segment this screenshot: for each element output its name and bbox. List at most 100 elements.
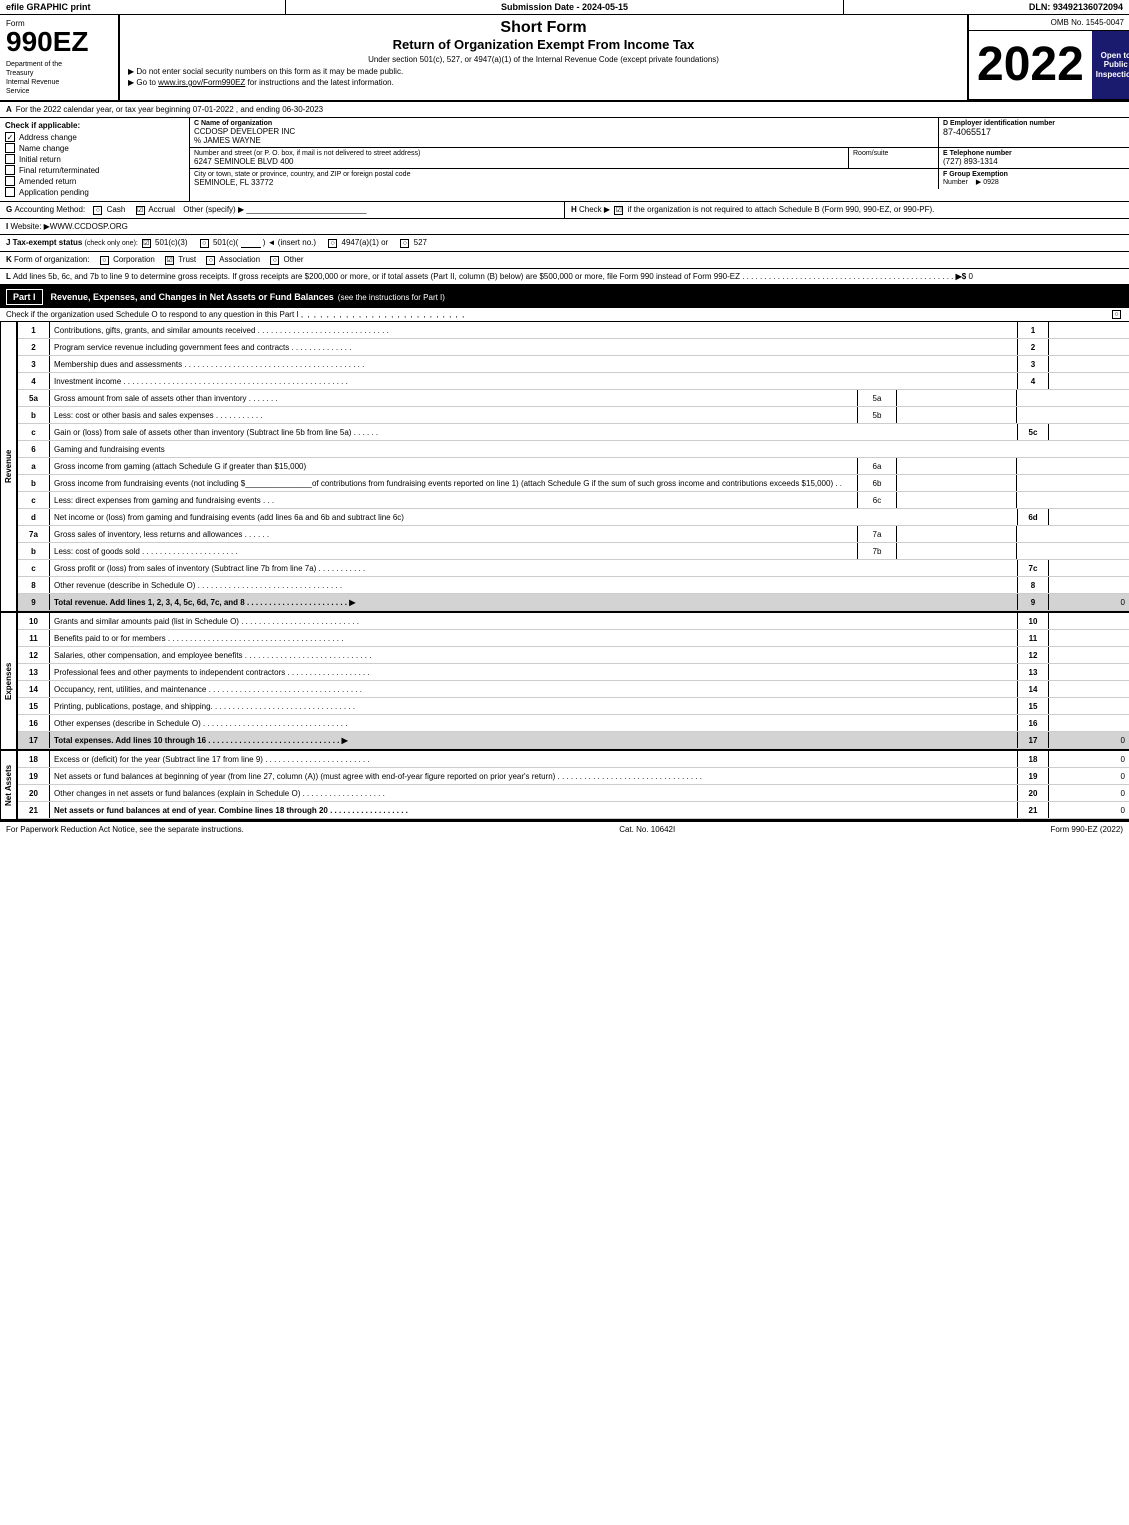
center-header: Short Form Return of Organization Exempt… (120, 15, 969, 100)
k-assoc-checkbox[interactable]: ○ (206, 256, 215, 265)
room-cell: Room/suite (849, 148, 939, 168)
line-number: 21 (1017, 802, 1049, 818)
line-number: 2 (1017, 339, 1049, 355)
line-number: 1 (1017, 322, 1049, 338)
h-checkbox[interactable]: ☑ (614, 206, 623, 215)
application-pending-checkbox[interactable] (5, 187, 15, 197)
value-spacer (1049, 526, 1129, 542)
k-trust-checkbox[interactable]: ☑ (165, 256, 174, 265)
open-line2: Public (1104, 60, 1128, 70)
sub-value (897, 458, 1017, 474)
dln-number: DLN: 93492136072094 (844, 0, 1129, 14)
form-number: 990EZ (6, 28, 112, 56)
j-note: (check only one): (85, 240, 140, 247)
row-number: d (18, 509, 50, 525)
table-row: 4Investment income . . . . . . . . . . .… (18, 373, 1129, 390)
amended-return-checkbox[interactable] (5, 176, 15, 186)
row-description: Printing, publications, postage, and shi… (50, 698, 1017, 714)
k-corp-checkbox[interactable]: ○ (100, 256, 109, 265)
final-return-checkbox[interactable] (5, 165, 15, 175)
line-number: 13 (1017, 664, 1049, 680)
address-value: 6247 SEMINOLE BLVD 400 (194, 157, 844, 166)
dept-line1: Department of the (6, 60, 112, 69)
line-number: 19 (1017, 768, 1049, 784)
table-row: 6Gaming and fundraising events (18, 441, 1129, 458)
section-b-checks: Check if applicable: Address change Name… (0, 118, 190, 201)
footer-paperwork: For Paperwork Reduction Act Notice, see … (6, 825, 244, 834)
accrual-checkbox[interactable]: ☑ (136, 206, 145, 215)
ein-value: 87-4065517 (943, 127, 1125, 137)
open-line3: Inspection (1096, 70, 1129, 80)
line-spacer (1017, 407, 1049, 423)
k-assoc: ○ Association (204, 255, 262, 264)
section-a-text: For the 2022 calendar year, or tax year … (16, 105, 323, 114)
line-number: 11 (1017, 630, 1049, 646)
sub-value (897, 526, 1017, 542)
line-spacer (1017, 390, 1049, 406)
g-cash: ○ Cash (91, 205, 127, 214)
row-number: b (18, 543, 50, 559)
line-spacer (1017, 492, 1049, 508)
l-label: L (6, 272, 13, 281)
table-row: bGross income from fundraising events (n… (18, 475, 1129, 492)
phone-label: E Telephone number (943, 150, 1125, 157)
line-number: 14 (1017, 681, 1049, 697)
row-number: 16 (18, 715, 50, 731)
cash-checkbox[interactable]: ○ (93, 206, 102, 215)
dept-line3: Internal Revenue (6, 78, 112, 87)
k-other-checkbox[interactable]: ○ (270, 256, 279, 265)
table-row: cGross profit or (loss) from sales of in… (18, 560, 1129, 577)
row-number: 10 (18, 613, 50, 629)
submission-text: Submission Date - 2024-05-15 (501, 2, 628, 12)
table-row: 13Professional fees and other payments t… (18, 664, 1129, 681)
row-value (1049, 613, 1129, 629)
check-label: Check if applicable: (5, 121, 184, 130)
line-number: 16 (1017, 715, 1049, 731)
l-dots: . . . . . . . . . . . . . . . . . . . . … (742, 272, 953, 281)
row-value: 0 (1049, 732, 1129, 748)
address-change-checkbox[interactable] (5, 132, 15, 142)
row-value: 0 (1049, 785, 1129, 801)
j-527-checkbox[interactable]: ○ (400, 239, 409, 248)
j-text: Tax-exempt status (13, 238, 85, 247)
line-spacer (1017, 458, 1049, 474)
row-description: Other expenses (describe in Schedule O) … (50, 715, 1017, 731)
name-change-checkbox[interactable] (5, 143, 15, 153)
row-number: c (18, 492, 50, 508)
revenue-side-label: Revenue (0, 322, 18, 611)
row-number: 12 (18, 647, 50, 663)
row-value (1049, 339, 1129, 355)
top-bar: efile GRAPHIC print Submission Date - 20… (0, 0, 1129, 15)
row-number: 8 (18, 577, 50, 593)
submission-date: Submission Date - 2024-05-15 (286, 0, 845, 14)
initial-return-row: Initial return (5, 154, 184, 164)
initial-return-checkbox[interactable] (5, 154, 15, 164)
line-spacer (1017, 526, 1049, 542)
j-4947-checkbox[interactable]: ○ (328, 239, 337, 248)
h-check: Check ▶ (579, 205, 610, 214)
row-number: 4 (18, 373, 50, 389)
line-number: 10 (1017, 613, 1049, 629)
efile-text: efile GRAPHIC print (6, 2, 91, 12)
table-row: 18Excess or (deficit) for the year (Subt… (18, 751, 1129, 768)
sub-line-number: 5a (857, 390, 897, 406)
row-description: Net assets or fund balances at end of ye… (50, 802, 1017, 818)
part1-title: Revenue, Expenses, and Changes in Net As… (51, 292, 334, 302)
row-number: 19 (18, 768, 50, 784)
city-row: City or town, state or province, country… (190, 169, 1129, 189)
line-number: 18 (1017, 751, 1049, 767)
amended-return-label: Amended return (19, 177, 76, 186)
table-row: 15Printing, publications, postage, and s… (18, 698, 1129, 715)
line-number: 17 (1017, 732, 1049, 748)
j-501c-checkbox[interactable]: ○ (200, 239, 209, 248)
line-number: 4 (1017, 373, 1049, 389)
row-value (1049, 560, 1129, 576)
sub-line-number: 6a (857, 458, 897, 474)
org-name2-value: % JAMES WAYNE (194, 136, 934, 145)
f-label: F Group Exemption (943, 171, 1125, 178)
notice1: ▶ Do not enter social security numbers o… (128, 67, 959, 76)
row-description: Salaries, other compensation, and employ… (50, 647, 1017, 663)
part1-schedule-o-checkbox[interactable]: ○ (1112, 310, 1121, 319)
j-501c3-checkbox[interactable]: ☑ (142, 239, 151, 248)
expenses-side-label: Expenses (0, 613, 18, 749)
